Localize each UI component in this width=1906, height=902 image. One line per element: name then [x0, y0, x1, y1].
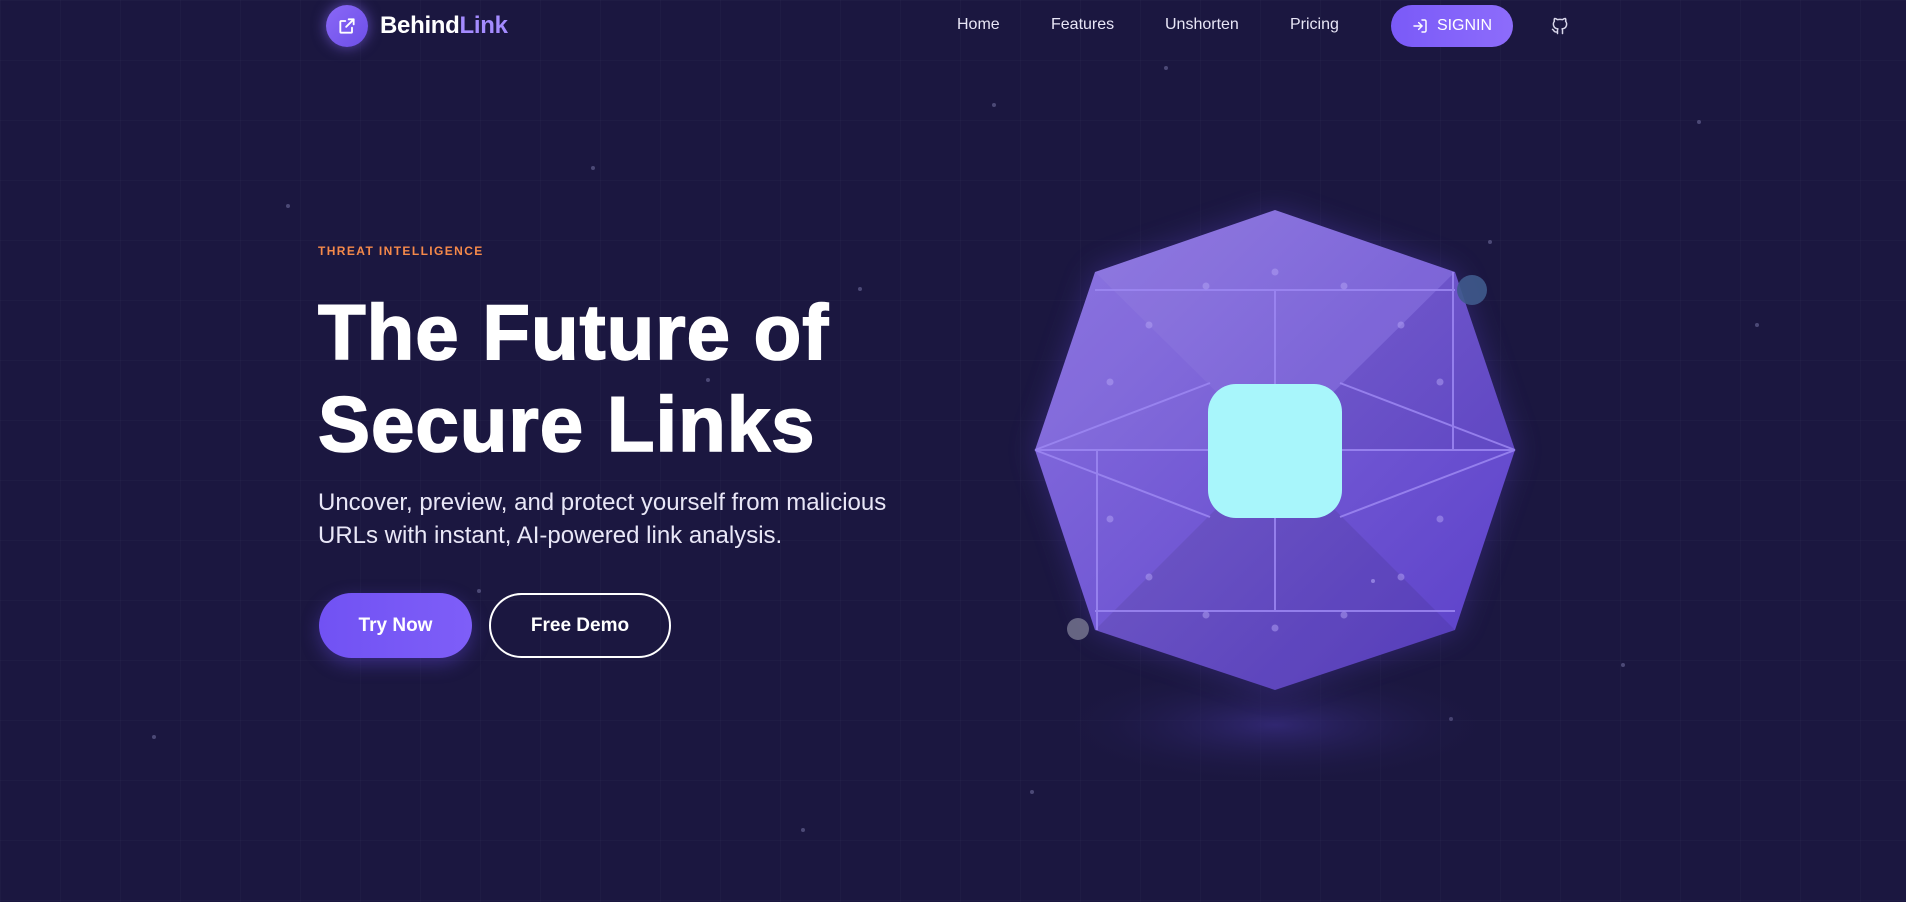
top-navbar: BehindLink Home Features Unshorten Prici…: [0, 0, 1906, 52]
hero-subtext-line2: URLs with instant, AI-powered link analy…: [318, 522, 783, 549]
hero-headline-line2: Secure Links: [317, 379, 816, 469]
star-dot: [1755, 323, 1759, 327]
star-dot: [477, 589, 481, 593]
hero-subtext-line1: Uncover, preview, and protect yourself f…: [318, 489, 887, 516]
floating-orb-teal: [1457, 275, 1487, 305]
nav-link-home[interactable]: Home: [957, 16, 1000, 34]
brand-name: BehindLink: [380, 12, 508, 40]
nav-link-pricing[interactable]: Pricing: [1290, 16, 1339, 34]
floating-speck: [1371, 579, 1375, 583]
free-demo-button[interactable]: Free Demo: [489, 593, 671, 658]
nav-link-unshorten[interactable]: Unshorten: [1165, 16, 1239, 34]
brand-name-part2: Link: [459, 12, 508, 39]
hero-subtext: Uncover, preview, and protect yourself f…: [318, 486, 938, 552]
sign-in-icon: [1413, 19, 1427, 33]
floating-orb-gray: [1067, 618, 1089, 640]
hero-illustration: [1034, 210, 1516, 785]
background-grid: [0, 0, 1906, 902]
signin-button[interactable]: SIGNIN: [1391, 5, 1513, 47]
external-link-icon: [326, 5, 368, 47]
star-dot: [1697, 120, 1701, 124]
star-dot: [858, 287, 862, 291]
star-dot: [152, 735, 156, 739]
star-dot: [286, 204, 290, 208]
brand-name-part1: Behind: [380, 12, 460, 39]
star-dot: [992, 103, 996, 107]
star-dot: [1621, 663, 1625, 667]
try-now-button[interactable]: Try Now: [319, 593, 472, 658]
nav-link-features[interactable]: Features: [1051, 16, 1114, 34]
brand-home-link[interactable]: BehindLink: [326, 5, 508, 47]
star-dot: [1164, 66, 1168, 70]
signin-label: SIGNIN: [1436, 17, 1493, 34]
star-dot: [801, 828, 805, 832]
hero-eyebrow: THREAT INTELLIGENCE: [318, 244, 484, 258]
hero-headline-line1: The Future of: [317, 287, 830, 377]
github-icon[interactable]: [1550, 16, 1570, 36]
hero-headline: The Future of Secure Links: [317, 286, 830, 470]
cyan-square: [1208, 384, 1342, 518]
star-dot: [591, 166, 595, 170]
